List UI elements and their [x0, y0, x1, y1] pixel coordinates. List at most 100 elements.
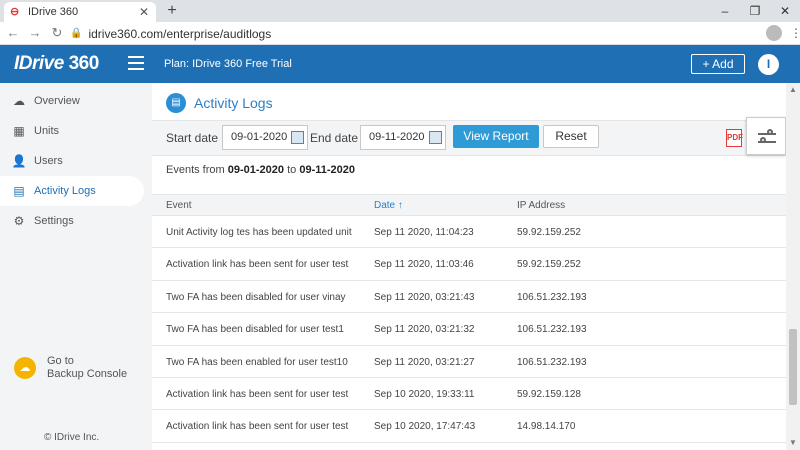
units-icon: ▦: [13, 124, 25, 138]
end-date-value: 09-11-2020: [369, 131, 425, 143]
clipboard-icon: ▤: [166, 93, 186, 113]
backup-console-label: Go to Backup Console: [47, 355, 127, 381]
page-title: Activity Logs: [194, 95, 273, 111]
page-header: ▤ Activity Logs: [166, 93, 273, 113]
table-row[interactable]: Activation link has been sent for user t…: [152, 248, 786, 281]
idrive-logo[interactable]: IDrive 360: [14, 53, 99, 75]
table-row[interactable]: Two FA has been disabled for user test1 S…: [152, 313, 786, 346]
column-header-event[interactable]: Event: [166, 200, 192, 211]
end-date-label: End date: [310, 131, 359, 145]
browser-menu-icon[interactable]: ⋮: [790, 25, 800, 41]
events-summary: Events from 09-01-2020 to 09-11-2020: [166, 164, 355, 176]
summary-prefix: Events from: [166, 164, 228, 176]
add-button[interactable]: + Add: [691, 54, 745, 74]
lock-icon: 🔒: [70, 28, 83, 39]
forward-icon[interactable]: →: [26, 24, 44, 42]
table-row[interactable]: Two FA has been enabled for user test10 S…: [152, 346, 786, 378]
event-cell: Activation link has been sent for user t…: [166, 388, 349, 400]
start-date-label: Start date: [166, 131, 219, 145]
logo-text: IDrive: [14, 53, 64, 74]
column-header-date[interactable]: Date ↑: [374, 200, 403, 211]
plan-label: Plan: IDrive 360 Free Trial: [164, 58, 292, 70]
slider-knob: [767, 129, 773, 135]
ip-cell: 106.51.232.193: [517, 356, 587, 368]
date-cell: Sep 11 2020, 11:03:46: [374, 259, 474, 271]
minimize-icon[interactable]: –: [710, 0, 740, 22]
table-row[interactable]: Activation link has been sent for user t…: [152, 378, 786, 411]
scrollbar[interactable]: ▲ ▼: [786, 83, 800, 450]
column-settings-button[interactable]: [746, 117, 786, 155]
column-header-ip[interactable]: IP Address: [517, 200, 565, 211]
cloud-upload-icon: ☁: [14, 357, 36, 379]
sidebar-item-units[interactable]: ▦ Units: [0, 116, 144, 146]
pdf-export-icon[interactable]: PDF: [726, 129, 743, 147]
sidebar-item-activity-logs[interactable]: ▤ Activity Logs: [0, 176, 144, 206]
scroll-up-icon[interactable]: ▲: [786, 83, 800, 97]
scroll-down-icon[interactable]: ▼: [786, 436, 800, 450]
logo-number: 360: [68, 53, 100, 74]
new-tab-icon[interactable]: +: [164, 2, 180, 20]
browser-tab[interactable]: ⊖ IDrive 360 ✕: [4, 2, 156, 22]
app-header: IDrive 360 Plan: IDrive 360 Free Trial +…: [0, 45, 800, 83]
tab-close-icon[interactable]: ✕: [138, 5, 150, 19]
ip-cell: 106.51.232.193: [517, 324, 587, 336]
sidebar-item-label: Settings: [34, 215, 74, 227]
back-icon[interactable]: ←: [4, 24, 22, 42]
sidebar-item-users[interactable]: 👤 Users: [0, 146, 144, 176]
backup-console-link[interactable]: ☁ Go to Backup Console: [14, 355, 127, 381]
close-window-icon[interactable]: ✕: [770, 0, 800, 22]
reset-button[interactable]: Reset: [543, 125, 599, 148]
view-report-button[interactable]: View Report: [453, 125, 539, 148]
date-cell: Sep 11 2020, 03:21:32: [374, 324, 475, 336]
date-cell: Sep 10 2020, 19:33:11: [374, 388, 475, 400]
table-row[interactable]: Two FA has been disabled for user vinay S…: [152, 281, 786, 314]
reload-icon[interactable]: ↻: [48, 24, 66, 42]
url-field[interactable]: 🔒 idrive360.com/enterprise/auditlogs: [70, 24, 770, 43]
window-controls: – ❐ ✕: [710, 0, 800, 22]
address-bar: ← → ↻ 🔒 idrive360.com/enterprise/auditlo…: [0, 22, 800, 45]
user-icon: 👤: [11, 154, 27, 168]
date-cell: Sep 11 2020, 11:04:23: [374, 227, 474, 238]
table-header: Event Date ↑ IP Address: [152, 194, 786, 216]
date-cell: Sep 11 2020, 03:21:27: [374, 356, 475, 368]
date-cell: Sep 11 2020, 03:21:43: [374, 291, 475, 303]
backup-line-1: Go to: [47, 355, 74, 367]
ip-cell: 59.92.159.128: [517, 388, 581, 400]
sidebar-item-settings[interactable]: ⚙ Settings: [0, 206, 144, 236]
table-row[interactable]: Activation link has been sent for user t…: [152, 410, 786, 443]
profile-icon[interactable]: [766, 25, 782, 41]
sidebar-item-label: Users: [34, 155, 63, 167]
start-date-input[interactable]: 09-01-2020: [222, 125, 308, 150]
tab-title: IDrive 360: [28, 6, 79, 18]
summary-to: 09-11-2020: [299, 164, 355, 176]
event-cell: Activation link has been sent for user t…: [166, 421, 349, 433]
hamburger-menu-icon[interactable]: [128, 56, 144, 70]
summary-mid: to: [284, 164, 300, 176]
ip-cell: 59.92.159.252: [517, 227, 581, 238]
date-cell: Sep 10 2020, 17:47:43: [374, 421, 476, 433]
sidebar-item-label: Activity Logs: [34, 185, 96, 197]
gear-icon: ⚙: [13, 214, 25, 228]
event-cell: Two FA has been disabled for user vinay: [166, 291, 346, 303]
copyright: © IDrive Inc.: [44, 432, 100, 443]
sidebar-item-label: Overview: [34, 95, 80, 107]
scroll-thumb[interactable]: [789, 329, 797, 405]
summary-from: 09-01-2020: [227, 164, 285, 176]
end-date-input[interactable]: 09-11-2020: [360, 125, 446, 150]
clipboard-icon: ▤: [13, 184, 25, 198]
start-date-value: 09-01-2020: [231, 131, 288, 143]
table-row[interactable]: Unit Activity log tes has been updated u…: [152, 216, 786, 249]
sidebar: ☁ Overview ▦ Units 👤 Users ▤ Activity Lo…: [0, 83, 152, 450]
cloud-icon: ☁: [13, 94, 25, 108]
calendar-icon[interactable]: [429, 131, 442, 144]
ip-cell: 14.98.14.170: [517, 421, 576, 433]
event-cell: Activation link has been sent for user t…: [166, 259, 349, 271]
user-avatar[interactable]: I: [758, 54, 779, 75]
filter-bar: Start date 09-01-2020 End date 09-11-202…: [152, 120, 786, 156]
log-table-body: Unit Activity log tes has been updated u…: [152, 216, 786, 443]
calendar-icon[interactable]: [291, 131, 304, 144]
sidebar-item-overview[interactable]: ☁ Overview: [0, 86, 144, 116]
slider-knob: [760, 137, 766, 143]
idrive-favicon-icon: ⊖: [10, 6, 20, 18]
restore-icon[interactable]: ❐: [740, 0, 770, 22]
